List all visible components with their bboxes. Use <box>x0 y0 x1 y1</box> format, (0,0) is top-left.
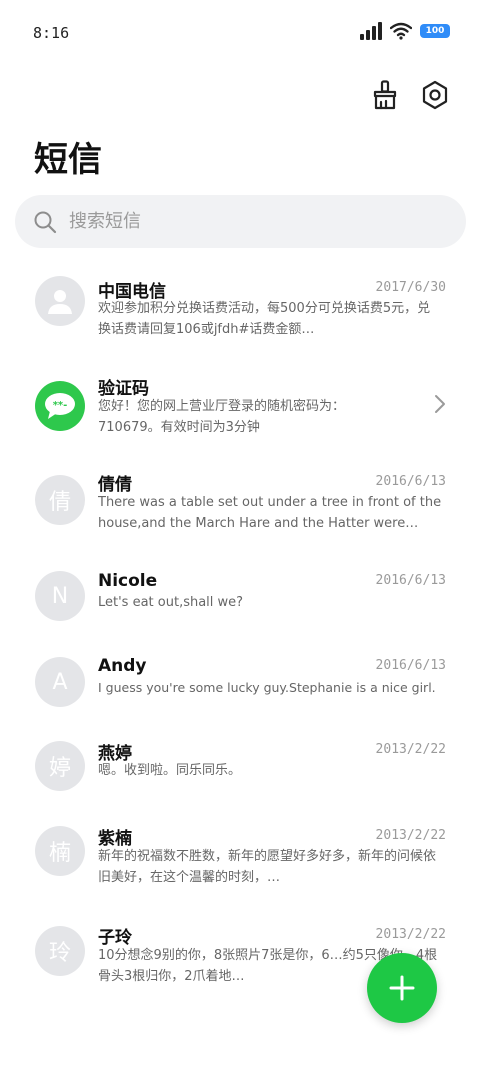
plus-icon <box>389 975 415 1001</box>
avatar: 婷 <box>35 741 85 791</box>
conversation-list: 中国电信 2017/6/30 欢迎参加积分兑换话费活动，每500分可兑换话费5元… <box>0 263 480 1003</box>
conversation-preview: There was a table set out under a tree i… <box>98 495 442 531</box>
avatar: **- <box>35 381 85 431</box>
conversation-date: 2013/2/22 <box>375 927 446 942</box>
conversation-item[interactable]: 倩 倩倩 2016/6/13 There was a table set out… <box>0 459 480 559</box>
conversation-item[interactable]: **- 验证码 您好！您的网上营业厅登录的随机密码为：710679。有效时间为3… <box>0 361 480 459</box>
new-message-button[interactable] <box>367 953 437 1023</box>
avatar: 玲 <box>35 926 85 976</box>
search-bar[interactable] <box>15 195 466 248</box>
conversation-item[interactable]: N Nicole 2016/6/13 Let's eat out,shall w… <box>0 559 480 645</box>
conversation-date: 2016/6/13 <box>375 573 446 588</box>
conversation-preview: Let's eat out,shall we? <box>98 595 244 610</box>
conversation-preview: 您好！您的网上营业厅登录的随机密码为：710679。有效时间为3分钟 <box>98 399 346 435</box>
avatar: N <box>35 571 85 621</box>
signal-icon <box>360 22 382 40</box>
chevron-right-icon[interactable] <box>434 394 446 414</box>
search-icon <box>34 211 57 233</box>
svg-text:**-: **- <box>53 400 68 411</box>
conversation-item[interactable]: 中国电信 2017/6/30 欢迎参加积分兑换话费活动，每500分可兑换话费5元… <box>0 263 480 361</box>
conversation-date: 2016/6/13 <box>375 658 446 673</box>
clean-brush-icon[interactable] <box>368 78 402 112</box>
conversation-date: 2016/6/13 <box>375 474 446 489</box>
avatar <box>35 276 85 326</box>
header-actions <box>368 78 452 112</box>
avatar: 倩 <box>35 475 85 525</box>
avatar: 楠 <box>35 826 85 876</box>
status-bar: 8:16 100 <box>0 0 480 64</box>
conversation-item[interactable]: A Andy 2016/6/13 I guess you're some luc… <box>0 645 480 729</box>
conversation-date: 2017/6/30 <box>375 280 446 295</box>
battery-icon: 100 <box>420 24 450 38</box>
avatar: A <box>35 657 85 707</box>
person-icon <box>48 290 72 314</box>
conversation-item[interactable]: 婷 燕婷 2013/2/22 嗯。收到啦。同乐同乐。 <box>0 729 480 815</box>
conversation-preview: 新年的祝福数不胜数，新年的愿望好多好多，新年的问候依旧美好，在这个温馨的时刻，… <box>98 849 437 885</box>
conversation-name: Andy <box>98 656 147 676</box>
conversation-date: 2013/2/22 <box>375 828 446 843</box>
conversation-preview: 欢迎参加积分兑换话费活动，每500分可兑换话费5元，兑换话费请回复106或jfd… <box>98 301 431 337</box>
conversation-name: Nicole <box>98 571 158 591</box>
conversation-preview: I guess you're some lucky guy.Stephanie … <box>98 680 436 695</box>
settings-hexagon-icon[interactable] <box>418 78 452 112</box>
status-time: 8:16 <box>33 24 70 42</box>
message-bubble-icon: **- <box>45 393 75 419</box>
conversation-item[interactable]: 楠 紫楠 2013/2/22 新年的祝福数不胜数，新年的愿望好多好多，新年的问候… <box>0 815 480 913</box>
conversation-date: 2013/2/22 <box>375 742 446 757</box>
search-input[interactable] <box>67 210 431 233</box>
wifi-icon <box>390 22 412 40</box>
page-title: 短信 <box>34 140 102 180</box>
conversation-preview: 嗯。收到啦。同乐同乐。 <box>98 763 242 778</box>
status-icons: 100 <box>360 22 450 40</box>
